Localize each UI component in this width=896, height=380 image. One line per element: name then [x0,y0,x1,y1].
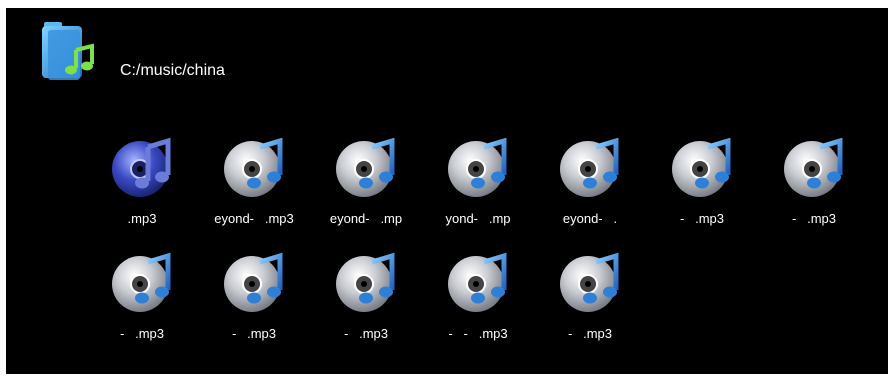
current-path: C:/music/china [120,62,225,79]
file-item[interactable]: - .mp3 [198,248,310,358]
music-cd-icon [560,252,619,312]
file-name: eyond- . [562,211,618,226]
music-cd-icon [560,137,619,197]
file-item[interactable]: - .mp3 [534,248,646,358]
file-item[interactable]: eyond- . [534,133,646,243]
music-cd-icon [112,252,171,312]
file-name: - .mp3 [119,326,165,341]
file-item[interactable]: - .mp3 [646,133,758,243]
file-name: eyond- .mp [329,211,403,226]
file-name: - - .mp3 [448,326,508,341]
file-name: - .mp3 [231,326,277,341]
file-name: .mp3 [127,211,157,226]
file-item[interactable]: - .mp3 [310,248,422,358]
file-item[interactable]: yond- .mp [422,133,534,243]
music-cd-icon [672,137,731,197]
music-cd-icon [448,252,507,312]
file-name: - .mp3 [791,211,837,226]
file-item[interactable]: - - .mp3 [422,248,534,358]
file-item-selected[interactable]: .mp3 [86,133,198,243]
file-name: yond- .mp [445,211,511,226]
music-cd-icon [336,252,395,312]
music-cd-icon [448,137,507,197]
file-name: - .mp3 [679,211,725,226]
music-cd-icon [112,137,171,197]
file-name: eyond- .mp3 [214,211,294,226]
file-browser-window: C:/music/china .mp3 eyond- .mp3 eyond- .… [6,8,888,374]
music-cd-icon [224,137,283,197]
music-cd-icon [336,137,395,197]
file-name: - .mp3 [343,326,389,341]
file-item[interactable]: eyond- .mp [310,133,422,243]
music-cd-icon [224,252,283,312]
music-folder-icon [42,22,94,80]
file-name: - .mp3 [567,326,613,341]
music-cd-icon [784,137,843,197]
file-item[interactable]: - .mp3 [758,133,870,243]
file-item[interactable]: eyond- .mp3 [198,133,310,243]
file-item[interactable]: - .mp3 [86,248,198,358]
